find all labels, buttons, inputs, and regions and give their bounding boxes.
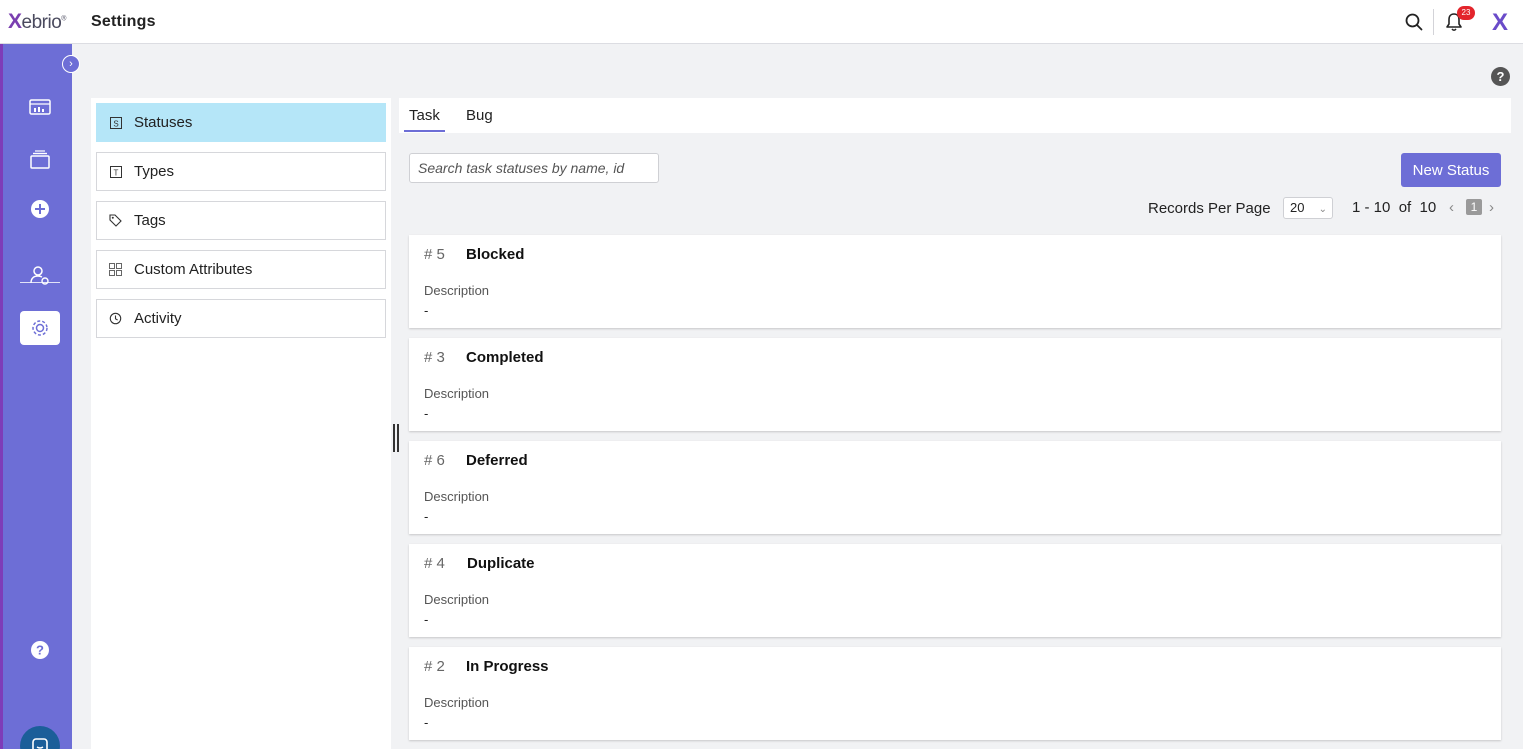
status-card[interactable]: # 4 Duplicate Description - (409, 544, 1501, 637)
profile-logo-icon[interactable]: X (1492, 9, 1508, 37)
description-value: - (424, 406, 429, 421)
next-page-icon[interactable]: › (1489, 199, 1494, 216)
status-name[interactable]: Blocked (466, 246, 524, 263)
record-range: 1 - 10 of 10 (1352, 199, 1437, 216)
help-icon[interactable]: ? (1491, 67, 1510, 86)
prev-page-icon[interactable]: ‹ (1449, 199, 1454, 216)
nav-item-statuses[interactable]: S Statuses (96, 103, 386, 142)
description-value: - (424, 715, 429, 730)
records-per-page-value: 20 (1290, 200, 1305, 215)
nav-item-label: Tags (134, 212, 166, 229)
rail-gear-icon[interactable] (20, 311, 60, 345)
rail-dashboard-icon[interactable] (20, 90, 60, 124)
nav-item-activity[interactable]: Activity (96, 299, 386, 338)
description-label: Description (424, 386, 490, 401)
new-status-button[interactable]: New Status (1401, 153, 1501, 187)
svg-text:S: S (113, 119, 118, 128)
status-name[interactable]: In Progress (466, 658, 549, 675)
nav-item-label: Statuses (134, 114, 193, 131)
search-icon[interactable] (1402, 10, 1426, 34)
statuses-icon: S (109, 116, 122, 129)
left-rail: ? (0, 44, 72, 749)
tab-bar: Task Bug (399, 98, 1511, 133)
status-card[interactable]: # 2 In Progress Description - (409, 647, 1501, 740)
rail-expand-chevron-icon[interactable]: › (62, 55, 80, 73)
status-card[interactable]: # 3 Completed Description - (409, 338, 1501, 431)
rail-help-icon[interactable]: ? (20, 633, 60, 667)
description-label: Description (424, 592, 490, 607)
status-id: # 5 (424, 246, 445, 263)
tab-bug[interactable]: Bug (466, 107, 493, 130)
xebrio-logo[interactable]: Xebrio® (8, 10, 66, 34)
svg-text:?: ? (36, 643, 44, 658)
description-label: Description (424, 283, 490, 298)
status-name[interactable]: Deferred (466, 452, 528, 469)
rail-plus-circle-icon[interactable] (20, 192, 60, 226)
rail-stack-icon[interactable] (20, 143, 60, 177)
status-card[interactable]: # 6 Deferred Description - (409, 441, 1501, 534)
description-label: Description (424, 695, 490, 710)
types-icon: T (109, 165, 122, 178)
grid-icon (109, 263, 122, 276)
notification-badge: 23 (1457, 6, 1475, 20)
nav-item-label: Activity (134, 310, 182, 327)
status-id: # 6 (424, 452, 445, 469)
tab-task[interactable]: Task (404, 107, 445, 132)
status-id: # 3 (424, 349, 445, 366)
nav-item-label: Types (134, 163, 175, 180)
svg-text:T: T (113, 168, 118, 177)
top-bar: Xebrio® Settings 23 X (0, 0, 1523, 44)
records-per-page-label: Records Per Page (1148, 200, 1271, 217)
rail-user-settings-icon[interactable] (20, 258, 60, 292)
history-icon (109, 312, 122, 325)
status-id: # 4 (424, 555, 445, 572)
description-label: Description (424, 489, 490, 504)
description-value: - (424, 303, 429, 318)
topbar-divider (1433, 9, 1434, 35)
search-input[interactable] (409, 153, 659, 183)
settings-nav-panel: S Statuses T Types Tags Custom Attribute… (91, 98, 391, 749)
chat-icon[interactable] (20, 726, 60, 749)
nav-item-tags[interactable]: Tags (96, 201, 386, 240)
nav-item-types[interactable]: T Types (96, 152, 386, 191)
page-number[interactable]: 1 (1466, 199, 1482, 215)
status-id: # 2 (424, 658, 445, 675)
status-name[interactable]: Duplicate (467, 555, 535, 572)
tag-icon (109, 214, 122, 227)
status-card[interactable]: # 5 Blocked Description - (409, 235, 1501, 328)
panel-resize-handle[interactable] (393, 424, 399, 452)
records-per-page-select[interactable]: 20 ⌄ (1283, 197, 1333, 219)
chevron-down-icon: ⌄ (1318, 204, 1327, 215)
page-title: Settings (91, 13, 156, 30)
description-value: - (424, 509, 429, 524)
description-value: - (424, 612, 429, 627)
nav-item-label: Custom Attributes (134, 261, 253, 278)
nav-item-custom-attributes[interactable]: Custom Attributes (96, 250, 386, 289)
status-name[interactable]: Completed (466, 349, 544, 366)
